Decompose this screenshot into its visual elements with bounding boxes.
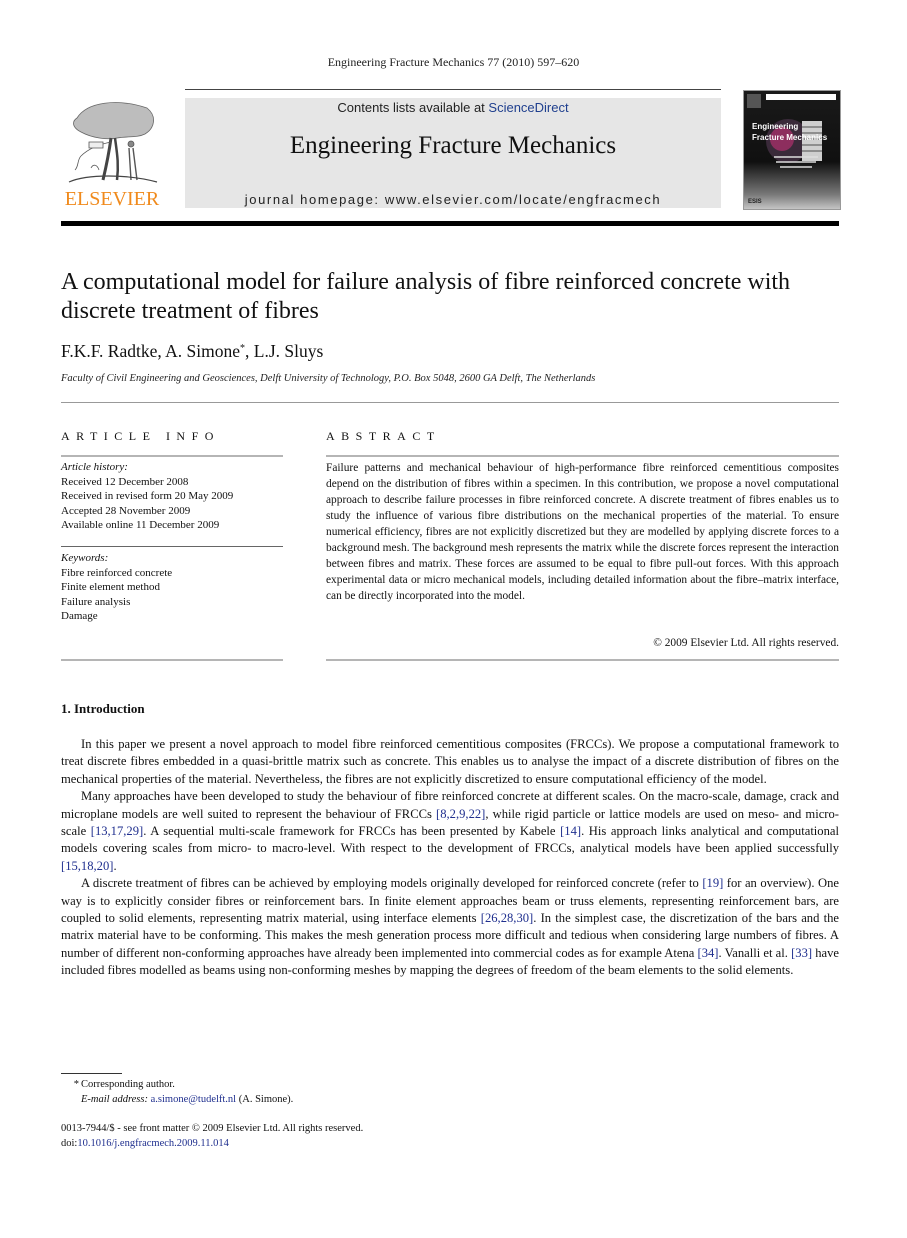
elsevier-wordmark: ELSEVIER [64,188,160,210]
journal-cover-thumbnail[interactable]: Engineering Fracture Mechanics ESIS [743,90,841,210]
section-heading-introduction: 1. Introduction [61,701,145,716]
citation-link[interactable]: [33] [791,946,812,960]
article-info-bottom-rule [61,659,283,661]
journal-homepage[interactable]: journal homepage: www.elsevier.com/locat… [185,192,721,207]
email-label: E-mail address: [81,1093,148,1105]
citation-link[interactable]: [34] [698,946,719,960]
cover-title: Engineering Fracture Mechanics [752,121,827,143]
citation-link[interactable]: [15,18,20] [61,859,113,873]
author-list: F.K.F. Radtke, A. Simone*, L.J. Sluys [61,341,324,361]
author[interactable]: L.J. Sluys [254,341,324,361]
keywords-label: Keywords: [61,552,109,564]
citation-link[interactable]: [14] [560,824,581,838]
keyword: Fibre reinforced concrete [61,566,173,579]
author[interactable]: F.K.F. Radtke [61,341,157,361]
history-item: Received 12 December 2008 [61,475,189,488]
footnote-rule [61,1073,122,1074]
history-item: Accepted 28 November 2009 [61,504,191,517]
keyword: Failure analysis [61,595,131,608]
elsevier-tree-icon [68,102,158,183]
cover-header-bar [766,94,836,100]
history-label: Article history: [61,461,128,473]
email-suffix: (A. Simone). [236,1093,294,1105]
abstract-rule [326,455,839,457]
header-rule [185,89,721,90]
keyword: Damage [61,610,98,622]
running-head: Engineering Fracture Mechanics 77 (2010)… [327,55,580,69]
introduction-body: In this paper we present a novel approac… [61,736,839,980]
footnote: * Corresponding author. E-mail address: a… [61,1078,294,1107]
article-history: Article history: Received 12 December 20… [61,460,283,533]
front-matter: 0013-7944/$ - see front matter © 2009 El… [61,1122,363,1151]
cover-title-line2: Fracture Mechanics [752,133,828,142]
abstract-copyright: © 2009 Elsevier Ltd. All rights reserved… [653,637,839,649]
corresponding-author-mark[interactable]: * [240,343,245,354]
paragraph: A discrete treatment of fibres can be ac… [61,876,840,978]
corresponding-author-note: Corresponding author. [81,1079,175,1090]
section-divider [61,402,839,403]
abstract-heading: ABSTRACT [326,429,441,443]
email-link[interactable]: a.simone@tudelft.nl [151,1094,237,1105]
citation-link[interactable]: [19] [702,876,723,890]
journal-banner: Contents lists available at ScienceDirec… [185,98,721,208]
author[interactable]: A. Simone [165,341,240,361]
article-title: A computational model for failure analys… [61,269,791,324]
keywords: Keywords: Fibre reinforced concrete Fini… [61,551,283,624]
doi-prefix: doi: [61,1137,78,1149]
cover-title-line1: Engineering [752,122,799,131]
sciencedirect-link[interactable]: ScienceDirect [488,100,568,115]
paragraph: Many approaches have been developed to s… [61,789,839,873]
keywords-rule [61,546,283,547]
citation-link[interactable]: [13,17,29] [91,824,143,838]
citation-link[interactable]: [8,2,9,22] [436,807,485,821]
cover-publisher-icon [747,94,761,108]
article-info-heading: ARTICLE INFO [61,429,220,443]
history-item: Available online 11 December 2009 [61,519,220,531]
elsevier-logo[interactable]: ELSEVIER [61,98,163,210]
affiliation: Faculty of Civil Engineering and Geoscie… [61,373,596,384]
abstract-bottom-rule [326,659,839,661]
keyword: Finite element method [61,581,160,593]
cover-footer: ESIS [748,199,762,205]
contents-prefix: Contents lists available at [337,100,489,115]
article-info-rule [61,455,283,457]
issn-line: 0013-7944/$ - see front matter © 2009 El… [61,1123,364,1134]
journal-title: Engineering Fracture Mechanics [289,132,617,159]
contents-line: Contents lists available at ScienceDirec… [185,100,721,115]
doi-link[interactable]: 10.1016/j.engfracmech.2009.11.014 [77,1138,229,1149]
paragraph: In this paper we present a novel approac… [61,737,839,786]
history-item: Received in revised form 20 May 2009 [61,490,234,502]
citation-link[interactable]: [26,28,30] [481,911,533,925]
abstract-text: Failure patterns and mechanical behaviou… [326,462,839,602]
footnote-mark: * [73,1079,79,1090]
masthead-rule [61,221,839,226]
